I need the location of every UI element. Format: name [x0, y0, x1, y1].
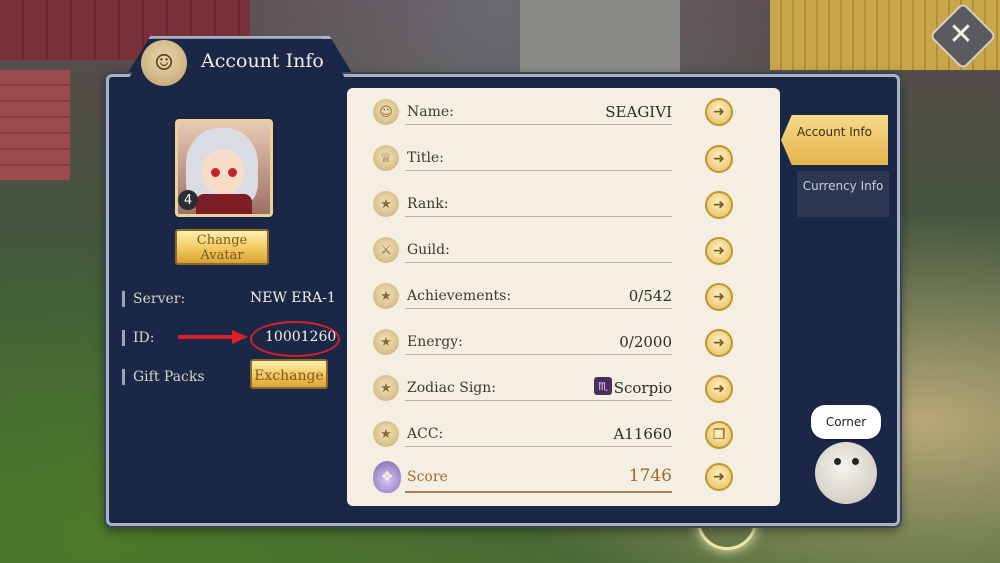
guild-label: Guild:: [407, 242, 450, 258]
achievements-button[interactable]: ➜: [705, 283, 733, 311]
id-label: ID:: [122, 330, 154, 346]
title-label: Title:: [407, 150, 444, 166]
exchange-button[interactable]: Exchange: [250, 359, 328, 389]
mascot-eye-left: [834, 458, 841, 465]
rank-icon: ★: [373, 191, 399, 217]
name-value: SEAGIVI: [605, 103, 672, 121]
tab-account-info[interactable]: Account Info: [781, 115, 888, 165]
avatar-level-badge: 4: [178, 190, 198, 210]
background-roof-left: [0, 70, 70, 180]
rank-label: Rank:: [407, 196, 449, 212]
server-value: NEW ERA-1: [250, 290, 336, 306]
score-icon: ❖: [373, 461, 401, 493]
rank-underline: [405, 216, 672, 217]
name-icon: ☺: [373, 99, 399, 125]
avatar-eye-right: [228, 168, 237, 177]
panel-title: Account Info: [201, 50, 324, 72]
tab-currency-info[interactable]: Currency Info: [797, 171, 889, 217]
name-underline: [405, 124, 672, 125]
server-label: Server:: [122, 291, 185, 307]
acc-value: A11660: [613, 425, 672, 443]
energy-button[interactable]: ➜: [705, 329, 733, 357]
gift-packs-label: Gift Packs: [122, 369, 205, 385]
corner-button[interactable]: Corner: [811, 405, 881, 439]
acc-copy-button[interactable]: ❐: [705, 421, 733, 449]
acc-label: ACC:: [407, 426, 444, 442]
achievements-underline: [405, 308, 672, 309]
acc-underline: [405, 446, 672, 447]
zodiac-row-icon: ★: [373, 375, 399, 401]
red-arrow-annotation: [178, 330, 248, 344]
achievements-icon: ★: [373, 283, 399, 309]
player-id-value: 10001260: [265, 329, 337, 345]
score-value: 1746: [628, 466, 672, 486]
score-label: Score: [407, 469, 448, 485]
avatar-eye-left: [211, 168, 220, 177]
zodiac-underline: [405, 400, 672, 401]
achievements-value: 0/542: [628, 287, 672, 305]
guild-icon: ⚔: [373, 237, 399, 263]
corner-mascot[interactable]: [815, 442, 877, 504]
title-button[interactable]: ➜: [705, 145, 733, 173]
scorpio-icon: ♏: [594, 377, 612, 395]
score-underline: [405, 491, 672, 493]
avatar-face: [202, 150, 244, 194]
energy-value: 0/2000: [619, 333, 672, 351]
change-avatar-button[interactable]: Change Avatar: [175, 229, 269, 265]
title-icon: ♕: [373, 145, 399, 171]
energy-label: Energy:: [407, 334, 463, 350]
account-portrait-icon: ☺: [141, 40, 187, 86]
achievements-label: Achievements:: [407, 288, 512, 304]
energy-underline: [405, 354, 672, 355]
avatar-body: [196, 194, 252, 214]
zodiac-button[interactable]: ➜: [705, 375, 733, 403]
name-label: Name:: [407, 104, 454, 120]
score-button[interactable]: ➜: [705, 463, 733, 491]
mascot-eye-right: [852, 458, 859, 465]
name-edit-button[interactable]: ➜: [705, 98, 733, 126]
guild-underline: [405, 262, 672, 263]
rank-button[interactable]: ➜: [705, 191, 733, 219]
title-underline: [405, 170, 672, 171]
acc-icon: ★: [373, 421, 399, 447]
guild-button[interactable]: ➜: [705, 237, 733, 265]
zodiac-label: Zodiac Sign:: [407, 380, 496, 396]
zodiac-value: Scorpio: [613, 379, 672, 397]
energy-icon: ★: [373, 329, 399, 355]
